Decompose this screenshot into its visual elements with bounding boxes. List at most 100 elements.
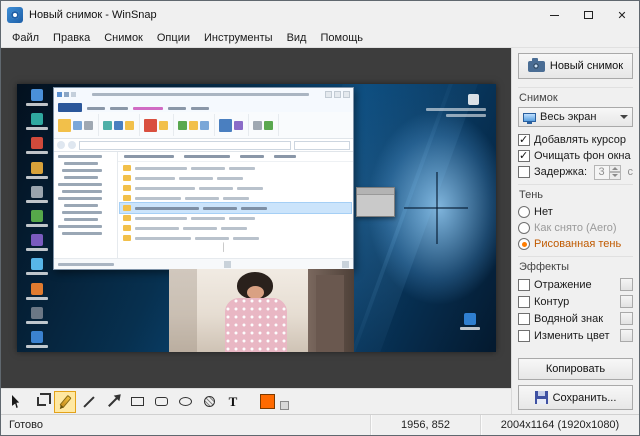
copy-label: Копировать [546, 363, 605, 375]
close-icon: ✕ [617, 9, 626, 22]
image-size: 2004x1164 (1920x1080) [481, 415, 639, 435]
menu-tools[interactable]: Инструменты [197, 30, 280, 46]
desktop-icon [26, 258, 48, 275]
menu-file[interactable]: Файл [5, 30, 46, 46]
spin-up-button[interactable] [610, 165, 621, 173]
video-frame [169, 269, 354, 352]
colorize-settings-button[interactable] [620, 329, 633, 342]
menu-options[interactable]: Опции [150, 30, 197, 46]
arrow-icon [108, 397, 118, 407]
minimize-button[interactable] [537, 1, 571, 29]
desktop-icon [26, 283, 48, 300]
monitor-icon [523, 113, 536, 122]
new-snapshot-label: Новый снимок [550, 60, 623, 72]
shadow-drawn-label: Рисованная тень [534, 238, 633, 250]
watermark-settings-button[interactable] [620, 312, 633, 325]
colorize-checkbox[interactable] [518, 330, 530, 342]
delay-spinner[interactable]: 3 [594, 165, 621, 180]
captured-screenshot[interactable] [17, 84, 496, 352]
outline-checkbox[interactable] [518, 296, 530, 308]
outline-settings-button[interactable] [620, 295, 633, 308]
desktop-corner-note [426, 94, 486, 117]
capture-section: Снимок Весь экран Добавлять курсор Очища… [518, 87, 633, 180]
small-gray-window [356, 187, 395, 217]
shadow-aero-radio[interactable] [518, 222, 530, 234]
capture-mode-dropdown[interactable]: Весь экран [518, 107, 633, 127]
titlebar[interactable]: Новый снимок - WinSnap ✕ [1, 1, 639, 29]
shadow-aero-row[interactable]: Как снято (Aero) [518, 220, 633, 236]
effect-colorize-row[interactable]: Изменить цвет [518, 327, 633, 344]
desktop-icon [26, 162, 48, 179]
menu-help[interactable]: Помощь [313, 30, 370, 46]
tool-ellipse[interactable] [174, 391, 196, 413]
watermark-checkbox[interactable] [518, 313, 530, 325]
tool-cursor[interactable] [6, 391, 28, 413]
delay-row[interactable]: Задержка: 3 с [518, 164, 633, 180]
spin-down-button[interactable] [610, 172, 621, 180]
maximize-button[interactable] [571, 1, 605, 29]
effect-outline-row[interactable]: Контур [518, 293, 633, 310]
delay-label: Задержка: [534, 166, 590, 178]
desktop-icon [26, 307, 48, 324]
shadow-drawn-radio[interactable] [518, 238, 530, 250]
reflection-label: Отражение [534, 279, 616, 291]
cursor-icon [12, 395, 22, 408]
tool-rounded-rectangle[interactable] [150, 391, 172, 413]
add-cursor-row[interactable]: Добавлять курсор [518, 132, 633, 148]
rectangle-icon [131, 397, 144, 406]
shadow-drawn-row[interactable]: Рисованная тень [518, 236, 633, 252]
desktop-icon [26, 210, 48, 227]
secondary-color-swatch[interactable] [280, 401, 289, 410]
tool-rectangle[interactable] [126, 391, 148, 413]
color-swatch-button[interactable] [256, 391, 278, 413]
tool-arrow[interactable] [102, 391, 124, 413]
text-icon [229, 394, 238, 410]
menu-capture[interactable]: Снимок [97, 30, 150, 46]
reflection-checkbox[interactable] [518, 279, 530, 291]
save-button[interactable]: Сохранить... [518, 385, 633, 410]
explorer-nav-pane [54, 152, 118, 258]
save-icon [535, 391, 548, 404]
tool-highlighter[interactable] [54, 391, 76, 413]
statusbar: Готово 1956, 852 2004x1164 (1920x1080) [1, 414, 639, 435]
menu-view[interactable]: Вид [280, 30, 314, 46]
highlighter-icon [59, 395, 71, 408]
effect-reflection-row[interactable]: Отражение [518, 276, 633, 293]
color-swatch [260, 394, 275, 409]
close-button[interactable]: ✕ [605, 1, 639, 29]
editor-canvas[interactable] [1, 48, 511, 388]
desktop-icon [26, 234, 48, 251]
tool-line[interactable] [78, 391, 100, 413]
capture-section-title: Снимок [519, 92, 633, 104]
rounded-rectangle-icon [155, 397, 168, 406]
blur-icon [204, 396, 215, 407]
desktop-icon-bottom-right [460, 313, 480, 330]
chevron-down-icon [620, 115, 628, 119]
delay-checkbox[interactable] [518, 166, 530, 178]
shadow-none-label: Нет [534, 206, 633, 218]
clear-background-row[interactable]: Очищать фон окна [518, 148, 633, 164]
reflection-settings-button[interactable] [620, 278, 633, 291]
shadow-none-row[interactable]: Нет [518, 204, 633, 220]
winsnap-window: Новый снимок - WinSnap ✕ Файл Правка Сни… [0, 0, 640, 436]
new-snapshot-button[interactable]: Новый снимок [518, 53, 633, 79]
desktop-icon [26, 89, 48, 106]
menu-edit[interactable]: Правка [46, 30, 97, 46]
shadow-aero-label: Как снято (Aero) [534, 222, 633, 234]
window-title: Новый снимок - WinSnap [29, 9, 537, 21]
effect-watermark-row[interactable]: Водяной знак [518, 310, 633, 327]
tool-text[interactable] [222, 391, 244, 413]
tool-blur[interactable] [198, 391, 220, 413]
app-icon [7, 7, 23, 23]
tool-crop[interactable] [30, 391, 52, 413]
maximize-icon [584, 11, 593, 19]
add-cursor-checkbox[interactable] [518, 134, 530, 146]
delay-value: 3 [594, 165, 610, 180]
clear-background-checkbox[interactable] [518, 150, 530, 162]
clear-background-label: Очищать фон окна [534, 150, 633, 162]
shadow-none-radio[interactable] [518, 206, 530, 218]
copy-button[interactable]: Копировать [518, 358, 633, 380]
watermark-label: Водяной знак [534, 313, 616, 325]
shadow-section: Тень Нет Как снято (Aero) Рисованная тен… [518, 184, 633, 252]
cursor-position: 1956, 852 [371, 415, 481, 435]
